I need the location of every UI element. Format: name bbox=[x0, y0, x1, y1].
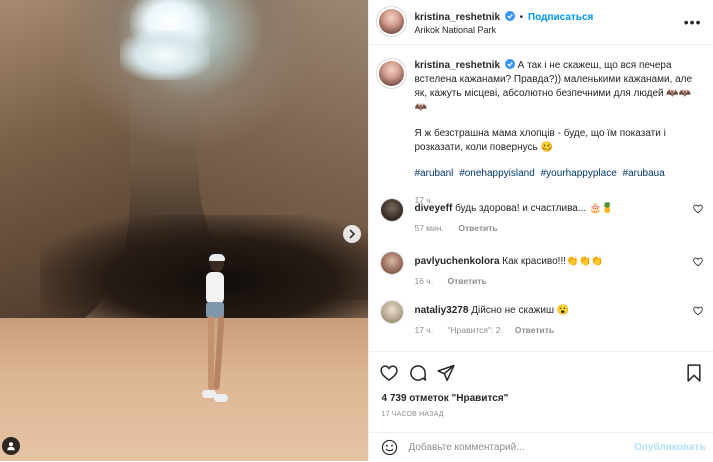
cave-skylight-glow bbox=[120, 30, 210, 80]
post-location[interactable]: Arikok National Park bbox=[414, 25, 496, 35]
more-options-icon[interactable]: ••• bbox=[684, 14, 702, 30]
comments-list[interactable]: kristina_reshetnik А так і не скажеш, що… bbox=[369, 45, 713, 350]
add-comment-bar: Опубликовать bbox=[369, 432, 713, 462]
comment-time[interactable]: 16 ч. bbox=[414, 276, 433, 286]
comment-meta: 57 мин. Ответить bbox=[414, 223, 509, 233]
caption-username[interactable]: kristina_reshetnik bbox=[414, 60, 500, 71]
comment-body: Дійсно не скажиш 😮 bbox=[471, 305, 570, 316]
post-actions bbox=[369, 351, 713, 382]
post-timestamp[interactable]: 17 ЧАСОВ НАЗАД bbox=[381, 411, 443, 418]
reply-button[interactable]: Ответить bbox=[458, 223, 497, 233]
post-side-panel: kristina_reshetnik • Подписаться Arikok … bbox=[368, 0, 713, 461]
instagram-post: kristina_reshetnik • Подписаться Arikok … bbox=[0, 0, 713, 461]
comment-text: nataliy3278 Дійсно не скажиш 😮 bbox=[414, 304, 684, 318]
comment-avatar[interactable] bbox=[381, 252, 404, 274]
cave-floor bbox=[0, 318, 369, 461]
tag-user-button[interactable] bbox=[2, 437, 20, 455]
carousel-next-button[interactable] bbox=[343, 225, 361, 243]
author-line: kristina_reshetnik • Подписаться bbox=[414, 11, 593, 23]
author-avatar[interactable] bbox=[379, 9, 405, 34]
comment-username[interactable]: nataliy3278 bbox=[414, 305, 468, 316]
like-icon[interactable] bbox=[379, 363, 399, 383]
comment-avatar[interactable] bbox=[381, 301, 404, 323]
woman-figure bbox=[196, 254, 236, 410]
carousel-next-icon bbox=[349, 229, 356, 239]
comment-username[interactable]: diveyeff bbox=[414, 203, 452, 214]
tag-user-icon bbox=[7, 442, 15, 451]
comment-likes[interactable]: "Нравится": 2 bbox=[447, 325, 500, 335]
comment-like-icon[interactable] bbox=[693, 257, 704, 267]
author-username[interactable]: kristina_reshetnik bbox=[414, 12, 500, 23]
save-bookmark-icon[interactable] bbox=[684, 363, 704, 383]
caption-text-2: Я ж безстрашна мама хлопців - буде, що ї… bbox=[414, 128, 666, 153]
comment-username[interactable]: pavlyuchenkolora bbox=[414, 256, 499, 267]
separator-dot: • bbox=[519, 12, 524, 23]
comment-meta: 16 ч. Ответить bbox=[414, 276, 498, 286]
hashtag-link[interactable]: #yourhappyplace bbox=[541, 168, 617, 179]
publish-button[interactable]: Опубликовать bbox=[634, 442, 705, 453]
likes-count[interactable]: 4 739 отметок "Нравится" bbox=[381, 393, 508, 404]
post-photo[interactable] bbox=[0, 0, 369, 461]
reply-button[interactable]: Ответить bbox=[447, 276, 486, 286]
comment-time[interactable]: 57 мин. bbox=[414, 223, 443, 233]
caption-body: kristina_reshetnik А так і не скажеш, що… bbox=[414, 59, 702, 207]
comment-avatar[interactable] bbox=[381, 199, 404, 221]
follow-button[interactable]: Подписаться bbox=[528, 12, 593, 23]
comment-text: diveyeff будь здорова! и счастлива... 🎂🍍 bbox=[414, 202, 684, 216]
comment-body: Как красиво!!!👏👏👏 bbox=[502, 256, 604, 267]
emoji-icon[interactable] bbox=[381, 439, 398, 456]
comment-like-icon[interactable] bbox=[693, 204, 704, 214]
reply-button[interactable]: Ответить bbox=[515, 325, 554, 335]
caption-hashtags: #arubanl #onehappyisland #yourhappyplace… bbox=[414, 167, 702, 181]
comment-input[interactable] bbox=[408, 439, 629, 455]
hashtag-link[interactable]: #arubaua bbox=[623, 168, 665, 179]
comment-body: будь здорова! и счастлива... 🎂🍍 bbox=[455, 203, 614, 214]
hashtag-link[interactable]: #arubanl bbox=[414, 168, 453, 179]
hashtag-link[interactable]: #onehappyisland bbox=[459, 168, 535, 179]
caption-avatar[interactable] bbox=[379, 61, 405, 86]
comment-text: pavlyuchenkolora Как красиво!!!👏👏👏 bbox=[414, 255, 684, 269]
verified-icon bbox=[504, 11, 515, 21]
comment-like-icon[interactable] bbox=[693, 306, 704, 316]
verified-icon bbox=[504, 59, 515, 69]
comment-time[interactable]: 17 ч. bbox=[414, 325, 433, 335]
comment-icon[interactable] bbox=[408, 363, 428, 383]
share-icon[interactable] bbox=[436, 363, 456, 383]
post-header: kristina_reshetnik • Подписаться Arikok … bbox=[369, 0, 713, 45]
comment-meta: 17 ч. "Нравится": 2 Ответить bbox=[414, 325, 566, 335]
